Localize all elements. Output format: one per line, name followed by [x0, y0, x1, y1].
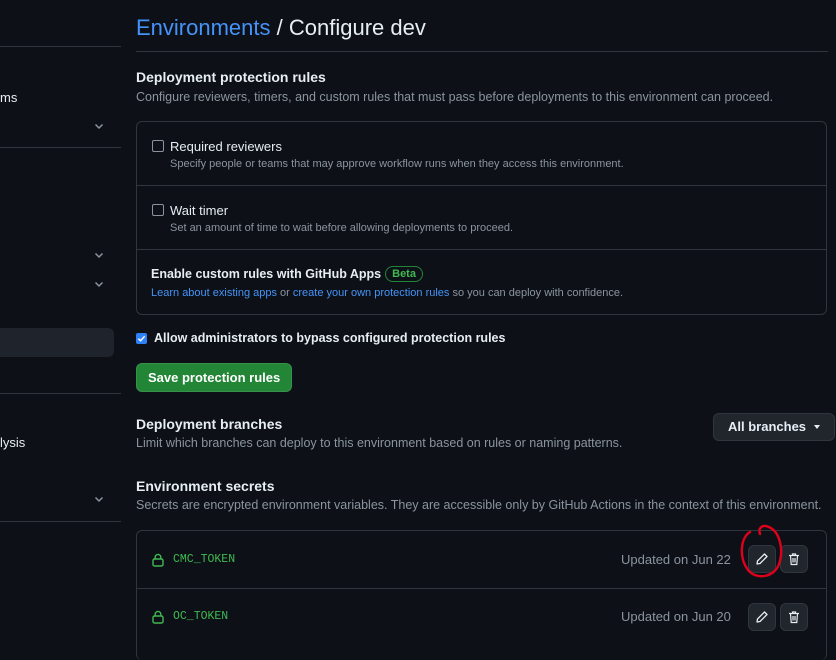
custom-rules-description: Learn about existing apps or create your…: [151, 287, 623, 299]
edit-secret-button[interactable]: [748, 545, 776, 573]
sidebar-item-label[interactable]: lysis: [0, 435, 25, 450]
check-icon: [137, 335, 146, 342]
pencil-icon: [756, 611, 768, 623]
bypass-admin-checkbox[interactable]: [136, 333, 147, 344]
custom-rules-title-text: Enable custom rules with GitHub Apps: [151, 267, 382, 281]
secrets-list: CMC_TOKEN Updated on Jun 22 OC_TOKEN Upd…: [136, 530, 827, 660]
text-end: so you can deploy with confidence.: [449, 287, 624, 299]
sidebar-item-selected[interactable]: [0, 328, 114, 357]
delete-secret-button[interactable]: [780, 603, 808, 631]
rule-custom-apps: Enable custom rules with GitHub Apps Beta…: [137, 250, 826, 314]
rule-required-reviewers: Required reviewers Specify people or tea…: [137, 122, 826, 186]
save-protection-rules-button[interactable]: Save protection rules: [136, 363, 293, 392]
delete-secret-button[interactable]: [780, 545, 808, 573]
secrets-description: Secrets are encrypted environment variab…: [136, 498, 822, 512]
sidebar-divider: [0, 521, 121, 522]
trash-icon: [789, 553, 799, 566]
rule-description: Specify people or teams that may approve…: [170, 158, 624, 170]
create-protection-rules-link[interactable]: create your own protection rules: [293, 287, 450, 299]
secret-row: OC_TOKEN Updated on Jun 20: [137, 589, 826, 646]
trash-icon: [789, 611, 799, 624]
secrets-heading: Environment secrets: [136, 478, 275, 494]
wait-timer-checkbox[interactable]: [152, 204, 164, 216]
lock-icon: [152, 553, 164, 567]
branches-dropdown-label: All branches: [728, 419, 807, 434]
rule-description: Set an amount of time to wait before all…: [170, 222, 514, 234]
breadcrumb-separator: /: [276, 15, 283, 40]
breadcrumb-link-environments[interactable]: Environments: [136, 15, 271, 40]
learn-existing-apps-link[interactable]: Learn about existing apps: [151, 287, 277, 299]
secret-row: CMC_TOKEN Updated on Jun 22: [137, 531, 826, 588]
beta-badge: Beta: [385, 266, 423, 282]
protection-heading: Deployment protection rules: [136, 69, 326, 85]
protection-description: Configure reviewers, timers, and custom …: [136, 90, 774, 104]
chevron-down-icon[interactable]: [93, 493, 105, 505]
secret-name: OC_TOKEN: [173, 610, 229, 623]
sidebar-divider: [0, 393, 121, 394]
rule-wait-timer: Wait timer Set an amount of time to wait…: [137, 186, 826, 250]
pencil-icon: [756, 553, 768, 565]
edit-secret-button[interactable]: [748, 603, 776, 631]
chevron-down-icon[interactable]: [93, 278, 105, 290]
branches-dropdown-button[interactable]: All branches: [713, 413, 836, 441]
lock-icon: [152, 610, 164, 624]
branches-heading: Deployment branches: [136, 416, 283, 432]
secret-updated: Updated on Jun 22: [621, 552, 731, 567]
rule-title: Required reviewers: [170, 139, 282, 154]
caret-down-icon: [814, 425, 821, 429]
bypass-admin-label: Allow administrators to bypass configure…: [154, 331, 506, 345]
branches-description: Limit which branches can deploy to this …: [136, 436, 623, 450]
page-title: Environments / Configure dev: [136, 15, 426, 41]
rule-title: Wait timer: [170, 203, 229, 218]
sidebar-item-label[interactable]: ms: [0, 90, 17, 105]
secret-updated: Updated on Jun 20: [621, 609, 731, 624]
protection-rules-box: Required reviewers Specify people or tea…: [136, 121, 827, 315]
page-title-text: Configure dev: [288, 15, 426, 40]
sidebar-divider: [0, 147, 121, 148]
chevron-down-icon[interactable]: [93, 249, 105, 261]
text-or: or: [276, 287, 293, 299]
chevron-down-icon[interactable]: [93, 120, 105, 132]
sidebar-divider: [0, 46, 121, 47]
sidebar: ms lysis: [0, 0, 121, 648]
title-divider: [136, 51, 828, 52]
custom-rules-title: Enable custom rules with GitHub Apps Beta: [151, 266, 423, 282]
required-reviewers-checkbox[interactable]: [152, 140, 164, 152]
secret-name: CMC_TOKEN: [173, 553, 236, 566]
